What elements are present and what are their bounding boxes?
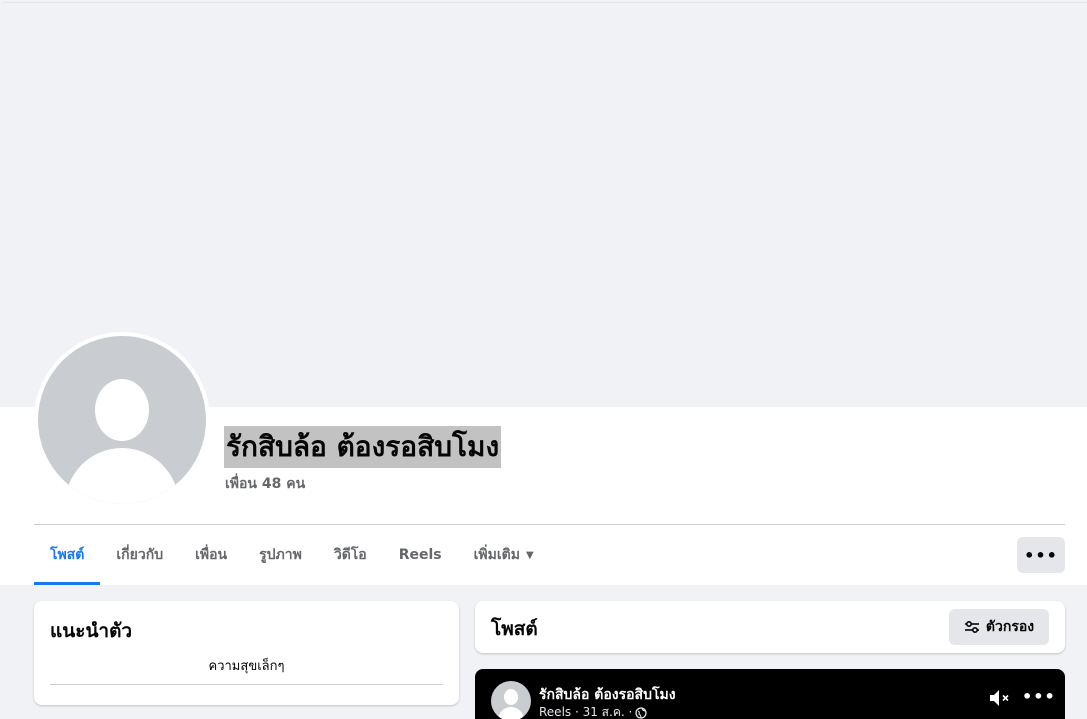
reel-meta-text: Reels · 31 ส.ค. · (539, 705, 633, 719)
tab-label: โพสต์ (50, 547, 85, 563)
tab-label: เพื่อน (195, 547, 228, 563)
mute-icon[interactable] (989, 689, 1011, 707)
more-options-button[interactable]: ••• (1017, 537, 1065, 573)
posts-header-card: โพสต์ ตัวกรอง (475, 601, 1065, 653)
tab-label: รูปภาพ (259, 547, 302, 563)
tab-more[interactable]: เพิ่มเติม ▼ (458, 525, 550, 585)
profile-name: รักสิบล้อ ต้องรอสิบโมง (224, 426, 502, 468)
globe-icon (635, 706, 647, 719)
friend-count-link[interactable]: เพื่อน 48 คน (225, 473, 305, 495)
intro-bio: ความสุขเล็กๆ (208, 659, 285, 674)
tab-reels[interactable]: Reels (383, 525, 458, 585)
avatar-placeholder-body (498, 707, 524, 719)
tab-label: Reels (398, 547, 442, 563)
filter-button[interactable]: ตัวกรอง (949, 609, 1049, 645)
posts-title: โพสต์ (491, 618, 538, 640)
reel-post[interactable]: รักสิบล้อ ต้องรอสิบโมง Reels · 31 ส.ค. ·… (475, 669, 1065, 719)
tab-posts[interactable]: โพสต์ (34, 525, 101, 585)
tab-photos[interactable]: รูปภาพ (243, 525, 318, 585)
intro-title: แนะนำตัว (50, 620, 133, 642)
reel-more-options-button[interactable]: ••• (1022, 687, 1056, 706)
tab-videos[interactable]: วิดีโอ (318, 525, 383, 585)
intro-divider (50, 684, 443, 685)
tab-label: เพิ่มเติม (473, 547, 520, 563)
avatar-placeholder-body (65, 448, 179, 504)
tab-label: วิดีโอ (333, 547, 367, 563)
tab-label: เกี่ยวกับ (116, 547, 164, 563)
reel-author-avatar[interactable] (491, 681, 531, 719)
tab-about[interactable]: เกี่ยวกับ (100, 525, 179, 585)
filter-sliders-icon (964, 620, 979, 634)
filter-label: ตัวกรอง (985, 619, 1035, 635)
avatar-placeholder-head (504, 689, 518, 705)
caret-down-icon: ▼ (525, 549, 534, 561)
avatar-placeholder-head (95, 379, 149, 441)
tab-friends[interactable]: เพื่อน (179, 525, 243, 585)
profile-avatar[interactable] (38, 336, 206, 504)
reel-meta: Reels · 31 ส.ค. · (539, 703, 647, 719)
profile-tabs: โพสต์ เกี่ยวกับ เพื่อน รูปภาพ วิดีโอ Ree… (34, 525, 550, 585)
intro-card: แนะนำตัว ความสุขเล็กๆ (34, 601, 459, 705)
